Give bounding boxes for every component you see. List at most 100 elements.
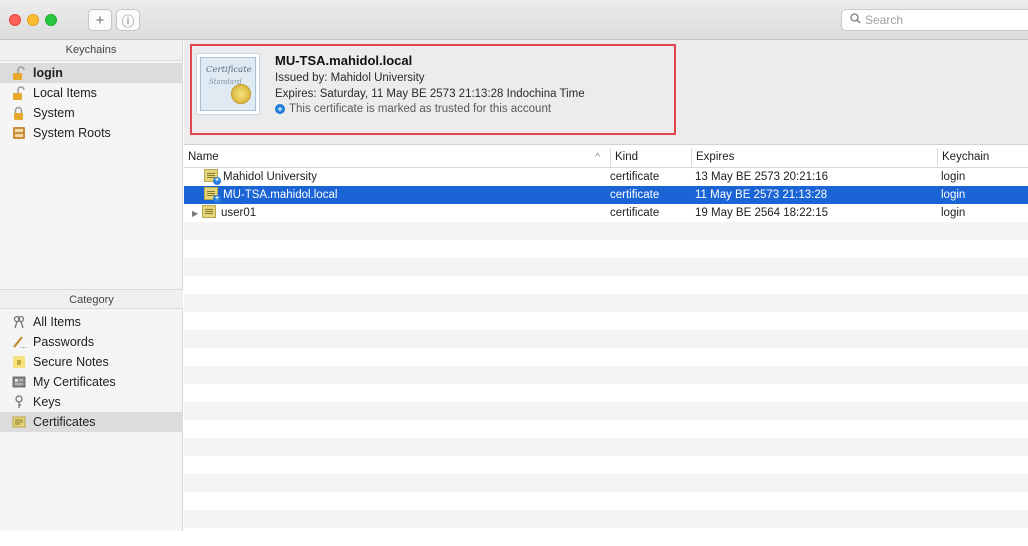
certificate-image: Certificate Standard [196,53,260,115]
sidebar-item-certificates[interactable]: Certificates [0,412,183,432]
category-header: Category [0,289,183,309]
row-name: MU-TSA.mahidol.local [223,189,338,201]
plus-circle-icon: + [275,104,285,114]
sidebar-item-label: Passwords [33,335,95,349]
empty-row [184,276,1028,294]
empty-row [184,456,1028,474]
zoom-window-button[interactable] [45,14,57,26]
table-body: Mahidol University certificate 13 May BE… [184,168,1028,546]
empty-row [184,492,1028,510]
sidebar-item-label: login [33,66,63,80]
empty-row [184,402,1028,420]
table-row[interactable]: Mahidol University certificate 13 May BE… [184,168,1028,186]
keychain-list: login Local Items System System Roots [0,63,183,143]
get-info-button[interactable]: ⓘ [116,9,140,31]
certificate-art-title: Certificate [206,65,252,75]
row-keychain: login [941,189,966,201]
sidebar-item-label: Local Items [33,86,97,100]
empty-row [184,384,1028,402]
pencil-icon: ... [11,334,27,350]
empty-row [184,294,1028,312]
row-keychain: login [941,207,966,219]
sidebar-item-label: System Roots [33,126,111,140]
sidebar-item-label: My Certificates [33,375,116,389]
close-window-button[interactable] [9,14,21,26]
empty-row [184,438,1028,456]
row-expires: 19 May BE 2564 18:22:15 [695,207,828,219]
locked-lock-icon [11,105,27,121]
row-kind: certificate [610,207,660,219]
sidebar-item-system-roots[interactable]: System Roots [0,123,183,143]
search-placeholder: Search [865,13,904,27]
sidebar-item-local-items[interactable]: Local Items [0,83,183,103]
sidebar-item-login[interactable]: login [0,63,183,83]
disclosure-triangle-icon[interactable]: ▶ [192,205,202,223]
key-icon [11,394,27,410]
empty-row [184,240,1028,258]
certificate-icon [204,187,221,203]
empty-row [184,510,1028,528]
unlocked-lock-icon [11,85,27,101]
search-icon [850,13,861,27]
row-expires: 13 May BE 2573 20:21:16 [695,171,828,183]
column-header-name[interactable]: Name ^ [184,148,610,167]
cabinet-icon [11,125,27,141]
column-header-kind[interactable]: Kind [610,148,691,167]
sidebar-item-keys[interactable]: Keys [0,392,183,412]
minimize-window-button[interactable] [27,14,39,26]
info-icon: ⓘ [121,13,135,29]
issued-by: Issued by: Mahidol University [275,72,425,84]
row-kind: certificate [610,189,660,201]
plus-icon: + [95,11,105,29]
empty-row [184,366,1028,384]
keys-icon [11,314,27,330]
trust-text: This certificate is marked as trusted fo… [289,103,552,115]
sort-ascending-icon: ^ [595,152,600,163]
add-item-button[interactable]: + [88,9,112,31]
table-row[interactable]: MU-TSA.mahidol.local certificate 11 May … [184,186,1028,204]
sidebar-item-label: Secure Notes [33,355,109,369]
sidebar-item-my-certificates[interactable]: My Certificates [0,372,183,392]
category-list: All Items ... Passwords Secure Notes My … [0,312,183,432]
certificate-detail-pane: Certificate Standard MU-TSA.mahidol.loca… [184,40,1028,145]
table-row[interactable]: ▶ user01 certificate 19 May BE 2564 18:22… [184,204,1028,222]
row-keychain: login [941,171,966,183]
empty-row [184,222,1028,240]
empty-row [184,348,1028,366]
sidebar-item-label: Keys [33,395,61,409]
empty-row [184,420,1028,438]
certificate-icon [11,414,27,430]
sidebar-item-label: All Items [33,315,81,329]
expiry-date: Expires: Saturday, 11 May BE 2573 21:13:… [275,88,585,100]
note-icon [11,354,27,370]
row-name: Mahidol University [223,171,317,183]
items-table: Name ^ Kind Expires Keychain Mahidol Uni… [184,148,1028,531]
sidebar-item-passwords[interactable]: ... Passwords [0,332,183,352]
unlocked-lock-icon [11,65,27,81]
row-kind: certificate [610,171,660,183]
sidebar-item-secure-notes[interactable]: Secure Notes [0,352,183,372]
keychains-header: Keychains [0,40,182,61]
sidebar: Keychains login Local Items System Syste… [0,40,183,531]
empty-row [184,474,1028,492]
sidebar-item-label: Certificates [33,415,96,429]
sidebar-item-system[interactable]: System [0,103,183,123]
svg-text:...: ... [20,342,26,349]
trust-status: + This certificate is marked as trusted … [275,103,551,115]
seal-icon [231,84,251,104]
certificate-icon [202,205,216,218]
certificate-icon [204,169,221,185]
search-input[interactable]: Search [841,9,1028,31]
empty-row [184,312,1028,330]
certificate-title: MU-TSA.mahidol.local [275,53,413,68]
row-expires: 11 May BE 2573 21:13:28 [695,189,828,201]
id-card-icon [11,374,27,390]
column-header-keychain[interactable]: Keychain [937,148,1028,167]
column-header-expires[interactable]: Expires [691,148,937,167]
table-header: Name ^ Kind Expires Keychain [184,148,1028,168]
empty-row [184,258,1028,276]
sidebar-item-all-items[interactable]: All Items [0,312,183,332]
sidebar-item-label: System [33,106,75,120]
empty-row [184,330,1028,348]
row-name: user01 [221,207,257,219]
